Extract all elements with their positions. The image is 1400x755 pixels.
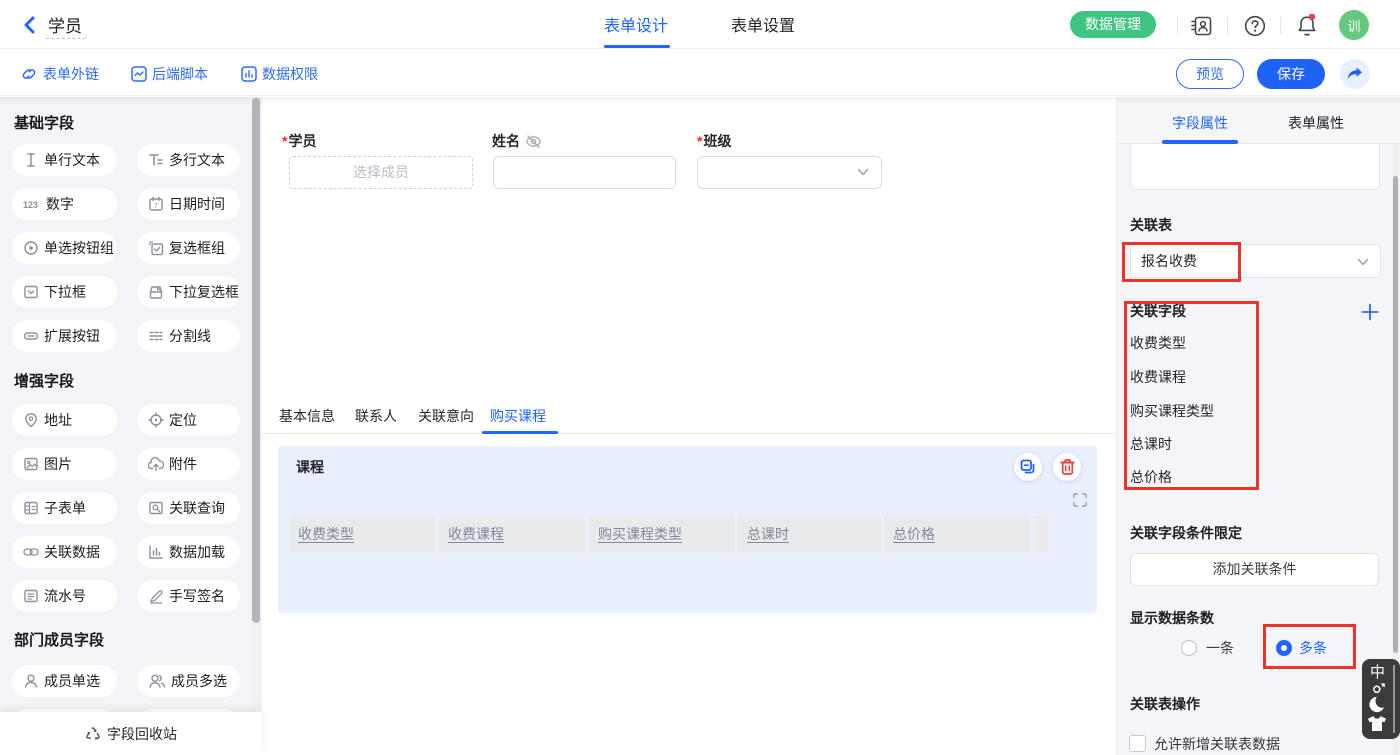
svg-text:123: 123 [23,200,38,210]
svg-text:7: 7 [154,203,158,210]
